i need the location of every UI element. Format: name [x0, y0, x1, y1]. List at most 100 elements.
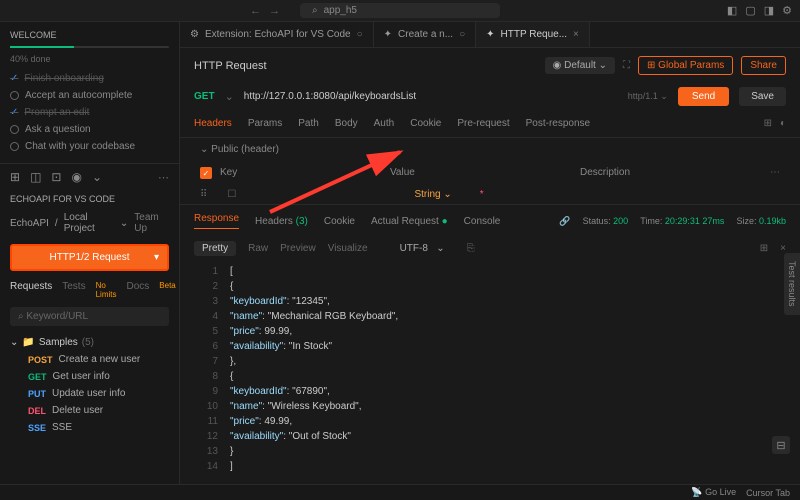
- size: Size: 0.19kb: [736, 216, 786, 227]
- layout-icon[interactable]: ◧: [727, 4, 737, 17]
- more-icon[interactable]: ⋯: [770, 167, 780, 179]
- icon[interactable]: ⊞: [764, 118, 772, 129]
- view-raw[interactable]: Raw: [248, 243, 268, 254]
- tree-item[interactable]: GETGet user info: [10, 368, 169, 385]
- type-selector[interactable]: String ⌄: [414, 189, 451, 200]
- env-icon[interactable]: ⊡: [51, 170, 61, 184]
- tab-nolimits[interactable]: No Limits: [96, 281, 117, 299]
- tab-icon: ✦: [384, 29, 392, 40]
- global-params-button[interactable]: ⊞ Global Params: [638, 56, 733, 75]
- check-icon: ✓: [10, 107, 18, 118]
- db-icon[interactable]: ◫: [30, 170, 41, 184]
- expand-icon[interactable]: ⛶: [623, 60, 630, 71]
- drag-icon[interactable]: ⠿: [200, 189, 207, 200]
- expand-icon[interactable]: ⊞: [760, 243, 768, 254]
- welcome-item[interactable]: Chat with your codebase: [10, 138, 169, 155]
- close-icon[interactable]: ×: [573, 29, 579, 40]
- sidebar-icon[interactable]: ◨: [764, 4, 774, 17]
- request-title: HTTP Request: [194, 60, 267, 72]
- breadcrumb-root[interactable]: EchoAPI: [10, 218, 49, 229]
- select-all-checkbox[interactable]: ✓: [200, 167, 212, 179]
- checkbox-empty[interactable]: ☐: [227, 189, 236, 200]
- chevron-down-icon[interactable]: ⌄: [92, 170, 102, 184]
- tab-docs[interactable]: Docs: [126, 281, 149, 299]
- req-tab-pre-request[interactable]: Pre-request: [457, 118, 509, 129]
- save-button[interactable]: Save: [739, 87, 786, 106]
- annotation-arrow: [260, 142, 420, 225]
- url-input[interactable]: http://127.0.0.1:8080/api/keyboardsList: [244, 91, 618, 102]
- req-tab-body[interactable]: Body: [335, 118, 358, 129]
- welcome-item[interactable]: ✓Finish onboarding: [10, 70, 169, 87]
- url-row: GET ⌄ http://127.0.0.1:8080/api/keyboard…: [180, 83, 800, 110]
- search-text: app_h5: [324, 5, 357, 16]
- search-input[interactable]: ⌕ Keyword/URL: [10, 307, 169, 326]
- editor-tab[interactable]: ⚙Extension: EchoAPI for VS Code○: [180, 22, 374, 47]
- back-icon[interactable]: ←: [250, 5, 261, 17]
- test-results-panel[interactable]: Test results: [784, 253, 800, 315]
- check-icon: ✓: [10, 73, 18, 84]
- forward-icon[interactable]: →: [269, 5, 280, 17]
- circle-icon: [10, 125, 19, 134]
- method-badge: GET: [28, 372, 47, 382]
- env-selector[interactable]: ◉ Default ⌄: [545, 57, 615, 74]
- tree-folder[interactable]: ⌄ 📁 Samples (5): [10, 334, 169, 351]
- editor-tab[interactable]: ✦HTTP Reque...×: [476, 22, 590, 47]
- welcome-item[interactable]: ✓Prompt an edit: [10, 104, 169, 121]
- welcome-item[interactable]: Accept an autocomplete: [10, 87, 169, 104]
- tab-tests[interactable]: Tests: [62, 281, 85, 299]
- welcome-section: WELCOME 40% done ✓Finish onboardingAccep…: [0, 22, 179, 164]
- panel-icon[interactable]: ▢: [745, 4, 755, 17]
- method-select[interactable]: GET: [194, 91, 215, 102]
- api-icon[interactable]: ⊞: [10, 170, 20, 184]
- tab-console[interactable]: Console: [464, 216, 501, 227]
- link-icon[interactable]: 🔗: [559, 216, 570, 227]
- req-tab-cookie[interactable]: Cookie: [410, 118, 441, 129]
- mock-icon[interactable]: ◉: [71, 170, 81, 184]
- command-search[interactable]: ⌕ app_h5: [300, 3, 500, 18]
- tab-icon: ⚙: [190, 29, 199, 40]
- welcome-title: WELCOME: [10, 30, 169, 40]
- team-up-link[interactable]: Team Up: [134, 212, 169, 234]
- time: Time: 20:29:31 27ms: [640, 216, 724, 227]
- editor-tab[interactable]: ✦Create a n...○: [374, 22, 476, 47]
- toggle-panel-button[interactable]: ⊟: [772, 436, 790, 454]
- icon[interactable]: ◐: [780, 118, 786, 129]
- new-request-button[interactable]: HTTP1/2 Request: [10, 244, 169, 271]
- tree-item[interactable]: POSTCreate a new user: [10, 351, 169, 368]
- chevron-down-icon[interactable]: ⌄: [120, 218, 128, 229]
- golive-button[interactable]: 📡 Go Live: [691, 487, 736, 498]
- sidebar: WELCOME 40% done ✓Finish onboardingAccep…: [0, 22, 180, 484]
- welcome-item[interactable]: Ask a question: [10, 121, 169, 138]
- tree-item[interactable]: PUTUpdate user info: [10, 385, 169, 402]
- folder-icon: 📁: [22, 337, 34, 348]
- copy-icon[interactable]: ⎘: [467, 243, 475, 254]
- chevron-down-icon: ⌄: [10, 337, 18, 348]
- close-icon[interactable]: ○: [357, 29, 363, 40]
- req-tab-headers[interactable]: Headers: [194, 118, 232, 129]
- editor-tabs: ⚙Extension: EchoAPI for VS Code○✦Create …: [180, 22, 800, 48]
- more-icon[interactable]: ⋯: [158, 171, 169, 184]
- tab-response[interactable]: Response: [194, 213, 239, 229]
- view-preview[interactable]: Preview: [280, 243, 316, 254]
- view-pretty[interactable]: Pretty: [194, 241, 236, 256]
- required-marker: *: [480, 189, 484, 200]
- req-tab-params[interactable]: Params: [248, 118, 282, 129]
- req-tab-path[interactable]: Path: [298, 118, 319, 129]
- req-tab-auth[interactable]: Auth: [374, 118, 395, 129]
- encoding-select[interactable]: UTF-8 ⌄: [400, 243, 445, 254]
- tab-beta[interactable]: Beta: [159, 281, 175, 299]
- close-icon[interactable]: ○: [459, 29, 465, 40]
- req-tab-post-response[interactable]: Post-response: [526, 118, 590, 129]
- breadcrumb-project[interactable]: Local Project: [64, 212, 114, 234]
- view-visualize[interactable]: Visualize: [328, 243, 368, 254]
- http-version[interactable]: http/1.1 ⌄: [628, 91, 668, 102]
- tree-item[interactable]: SSESSE: [10, 419, 169, 436]
- response-body[interactable]: 1[2 {3 "keyboardId": "12345",4 "name": "…: [180, 260, 800, 484]
- settings-icon[interactable]: ⚙: [782, 4, 792, 17]
- share-button[interactable]: Share: [741, 56, 786, 75]
- method-chevron[interactable]: ⌄: [225, 90, 234, 103]
- tree-item[interactable]: DELDelete user: [10, 402, 169, 419]
- cursor-tab[interactable]: Cursor Tab: [746, 488, 790, 498]
- tab-requests[interactable]: Requests: [10, 281, 52, 299]
- send-button[interactable]: Send: [678, 87, 729, 106]
